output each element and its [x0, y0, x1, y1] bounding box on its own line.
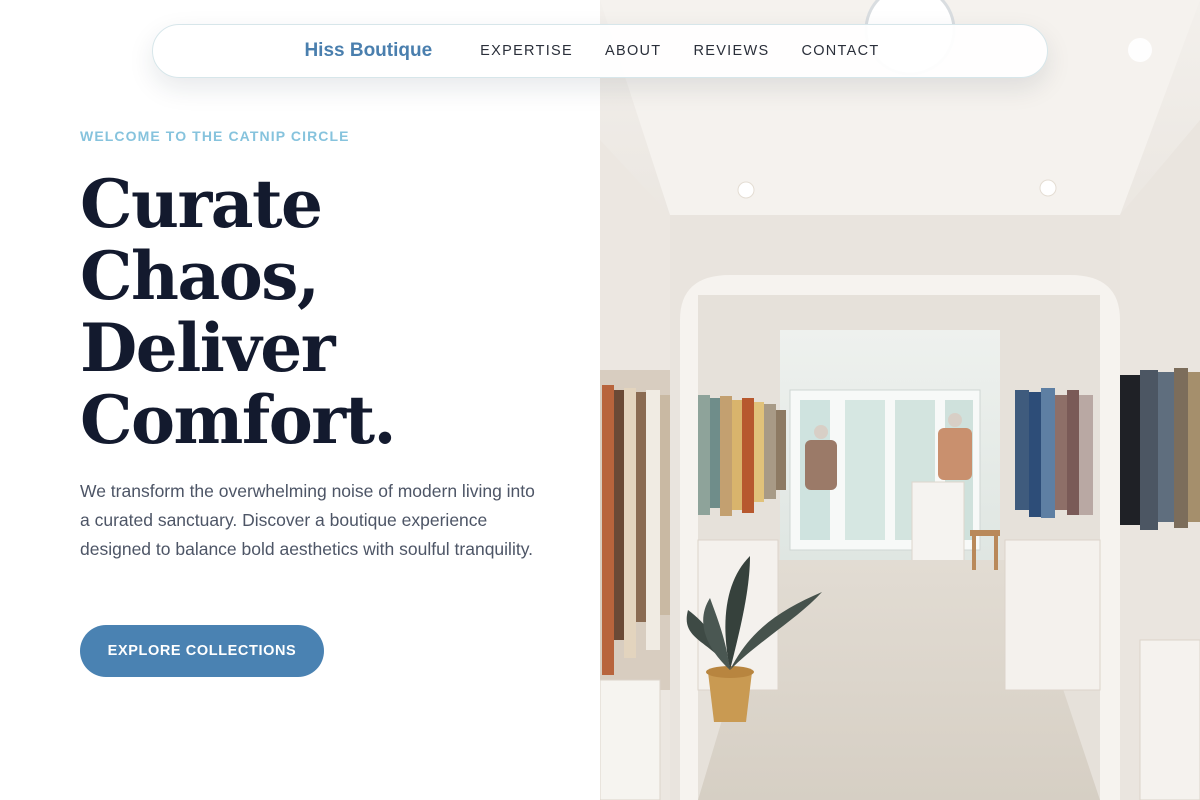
headline-line-3: Deliver [80, 309, 335, 387]
hero-eyebrow: WELCOME TO THE CATNIP CIRCLE [80, 128, 350, 144]
nav-link-about[interactable]: ABOUT [605, 43, 661, 59]
hero-description: We transform the overwhelming noise of m… [80, 481, 535, 559]
store-interior-illustration [600, 0, 1200, 800]
hero-headline: Curate Chaos, Deliver Comfort. [80, 168, 580, 456]
boutique-interior-photo [600, 0, 1200, 800]
headline-line-4: Comfort. [80, 381, 397, 459]
nav-link-reviews[interactable]: REVIEWS [693, 43, 769, 59]
nav-link-contact[interactable]: CONTACT [801, 43, 879, 59]
headline-line-2: Chaos, [80, 237, 320, 315]
nav-link-expertise[interactable]: EXPERTISE [480, 43, 573, 59]
top-navbar: Hiss Boutique EXPERTISE ABOUT REVIEWS CO… [152, 24, 1048, 78]
brand-logo-link[interactable]: Hiss Boutique [304, 40, 432, 62]
hero-content: WELCOME TO THE CATNIP CIRCLE Curate Chao… [0, 0, 600, 800]
headline-line-1: Curate [80, 165, 323, 243]
explore-collections-button[interactable]: EXPLORE COLLECTIONS [80, 625, 324, 677]
